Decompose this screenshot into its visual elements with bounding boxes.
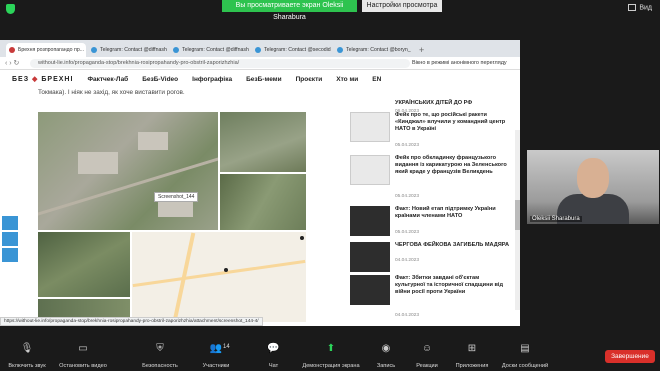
participants-button[interactable]: 👥 14 Участники bbox=[191, 340, 241, 371]
unmute-button[interactable]: 🎙 Включить звук bbox=[2, 340, 52, 371]
tab-strip: Брехня розпропагандо пр... Telegram: Con… bbox=[0, 40, 520, 57]
address-bar-row: ‹ › ↻ without-lie.info/propaganda-stop/b… bbox=[0, 57, 520, 70]
news-thumbnail bbox=[350, 155, 390, 185]
browser-tab[interactable]: Брехня розпропагандо пр... bbox=[6, 43, 86, 57]
apps-button[interactable]: ⊞ Приложения bbox=[448, 340, 496, 371]
video-icon: ▭ bbox=[78, 343, 88, 354]
whiteboard-icon: ▤ bbox=[520, 343, 530, 354]
nav-item[interactable]: БезБ-Video bbox=[142, 76, 178, 83]
page-scrollbar[interactable] bbox=[515, 130, 520, 310]
new-tab-button[interactable]: + bbox=[419, 43, 424, 57]
browser-tab[interactable]: Telegram: Contact @boryn_ bbox=[334, 43, 414, 57]
browser-tab[interactable]: Telegram: Contact @diffnash bbox=[88, 43, 168, 57]
record-icon: ◉ bbox=[381, 343, 391, 354]
satellite-image[interactable] bbox=[220, 112, 306, 172]
street-map-image[interactable] bbox=[132, 232, 306, 322]
participants-count: 14 bbox=[223, 344, 230, 350]
whiteboard-button[interactable]: ▤ Доски сообщений bbox=[496, 340, 554, 371]
stop-video-button[interactable]: ▭ Остановить видео bbox=[52, 340, 114, 371]
view-mode-button[interactable]: Вид bbox=[628, 4, 652, 11]
share-twitter-icon[interactable] bbox=[2, 232, 18, 246]
news-thumbnail bbox=[350, 206, 390, 236]
chat-button[interactable]: 💬 Чат bbox=[251, 340, 296, 371]
security-shield-icon[interactable] bbox=[6, 4, 15, 14]
record-button[interactable]: ◉ Запись bbox=[366, 340, 406, 371]
site-logo[interactable]: БЕЗ ◆ БРЕХНІ bbox=[12, 75, 73, 83]
security-button[interactable]: ⛨ Безопасность bbox=[129, 340, 191, 371]
reactions-button[interactable]: ☺ Реакции bbox=[406, 340, 448, 371]
image-tooltip: Screenshot_144 bbox=[154, 192, 199, 202]
url-input[interactable]: without-lie.info/propaganda-stop/brekhni… bbox=[30, 59, 410, 68]
satellite-image[interactable] bbox=[38, 112, 218, 230]
location-marker-icon bbox=[224, 268, 228, 272]
viewing-banner: Вы просматриваете экран Oleksii Sharabur… bbox=[222, 0, 357, 21]
mic-muted-icon: 🎙 bbox=[20, 343, 34, 354]
nav-item[interactable]: БезБ-меми bbox=[246, 76, 282, 83]
news-thumbnail bbox=[350, 242, 390, 272]
news-thumbnail bbox=[350, 275, 390, 305]
shared-browser-window: Брехня розпропагандо пр... Telegram: Con… bbox=[0, 40, 520, 326]
article-text: Токмака). І ніяк не захід, як хоче виста… bbox=[38, 89, 185, 96]
news-thumbnail bbox=[350, 112, 390, 142]
satellite-image[interactable] bbox=[38, 232, 130, 297]
participant-video[interactable]: Oleksii Sharabura bbox=[527, 150, 659, 224]
participant-name: Oleksii Sharabura bbox=[530, 216, 582, 222]
view-options-button[interactable]: Настройки просмотра bbox=[362, 0, 442, 12]
zoom-top-bar: Вы просматриваете экран Oleksii Sharabur… bbox=[0, 0, 660, 21]
share-screen-button[interactable]: ⬆ Демонстрация экрана bbox=[296, 340, 366, 371]
browser-tab[interactable]: Telegram: Contact @secodid bbox=[252, 43, 332, 57]
status-url: https://without-lie.info/propaganda-stop… bbox=[0, 317, 263, 326]
reactions-icon: ☺ bbox=[421, 343, 433, 354]
grid-icon bbox=[628, 4, 637, 11]
incognito-label: Вікно в режимі анонімного перегляду bbox=[412, 60, 507, 66]
article-image-gallery: Screenshot_144 bbox=[38, 112, 306, 322]
news-sidebar: УКРАЇНСЬКИХ ДІТЕЙ ДО РФ 06.04.2023 Фейк … bbox=[345, 70, 515, 326]
share-facebook-icon[interactable] bbox=[2, 216, 18, 230]
shield-icon: ⛨ bbox=[156, 343, 164, 354]
browser-tab[interactable]: Telegram: Contact @diffnash bbox=[170, 43, 250, 57]
apps-icon: ⊞ bbox=[467, 343, 477, 354]
participants-icon: 👥 bbox=[209, 343, 223, 354]
satellite-image[interactable] bbox=[220, 174, 306, 230]
end-meeting-button[interactable]: Завершение bbox=[605, 350, 655, 363]
share-screen-icon: ⬆ bbox=[326, 343, 336, 354]
nav-item[interactable]: Фактчек-Лаб bbox=[87, 76, 128, 83]
nav-item[interactable]: Інфографіка bbox=[192, 76, 232, 83]
nav-buttons[interactable]: ‹ › ↻ bbox=[5, 59, 19, 67]
chat-icon: 💬 bbox=[267, 343, 280, 354]
webpage: БЕЗ ◆ БРЕХНІ Фактчек-Лаб БезБ-Video Інфо… bbox=[0, 70, 520, 326]
slider-dot-icon[interactable] bbox=[300, 236, 304, 240]
share-telegram-icon[interactable] bbox=[2, 248, 18, 262]
meeting-toolbar: 🎙 Включить звук ▭ Остановить видео ⛨ Безопа… bbox=[0, 340, 660, 371]
nav-item[interactable]: Проєкти bbox=[296, 76, 323, 83]
